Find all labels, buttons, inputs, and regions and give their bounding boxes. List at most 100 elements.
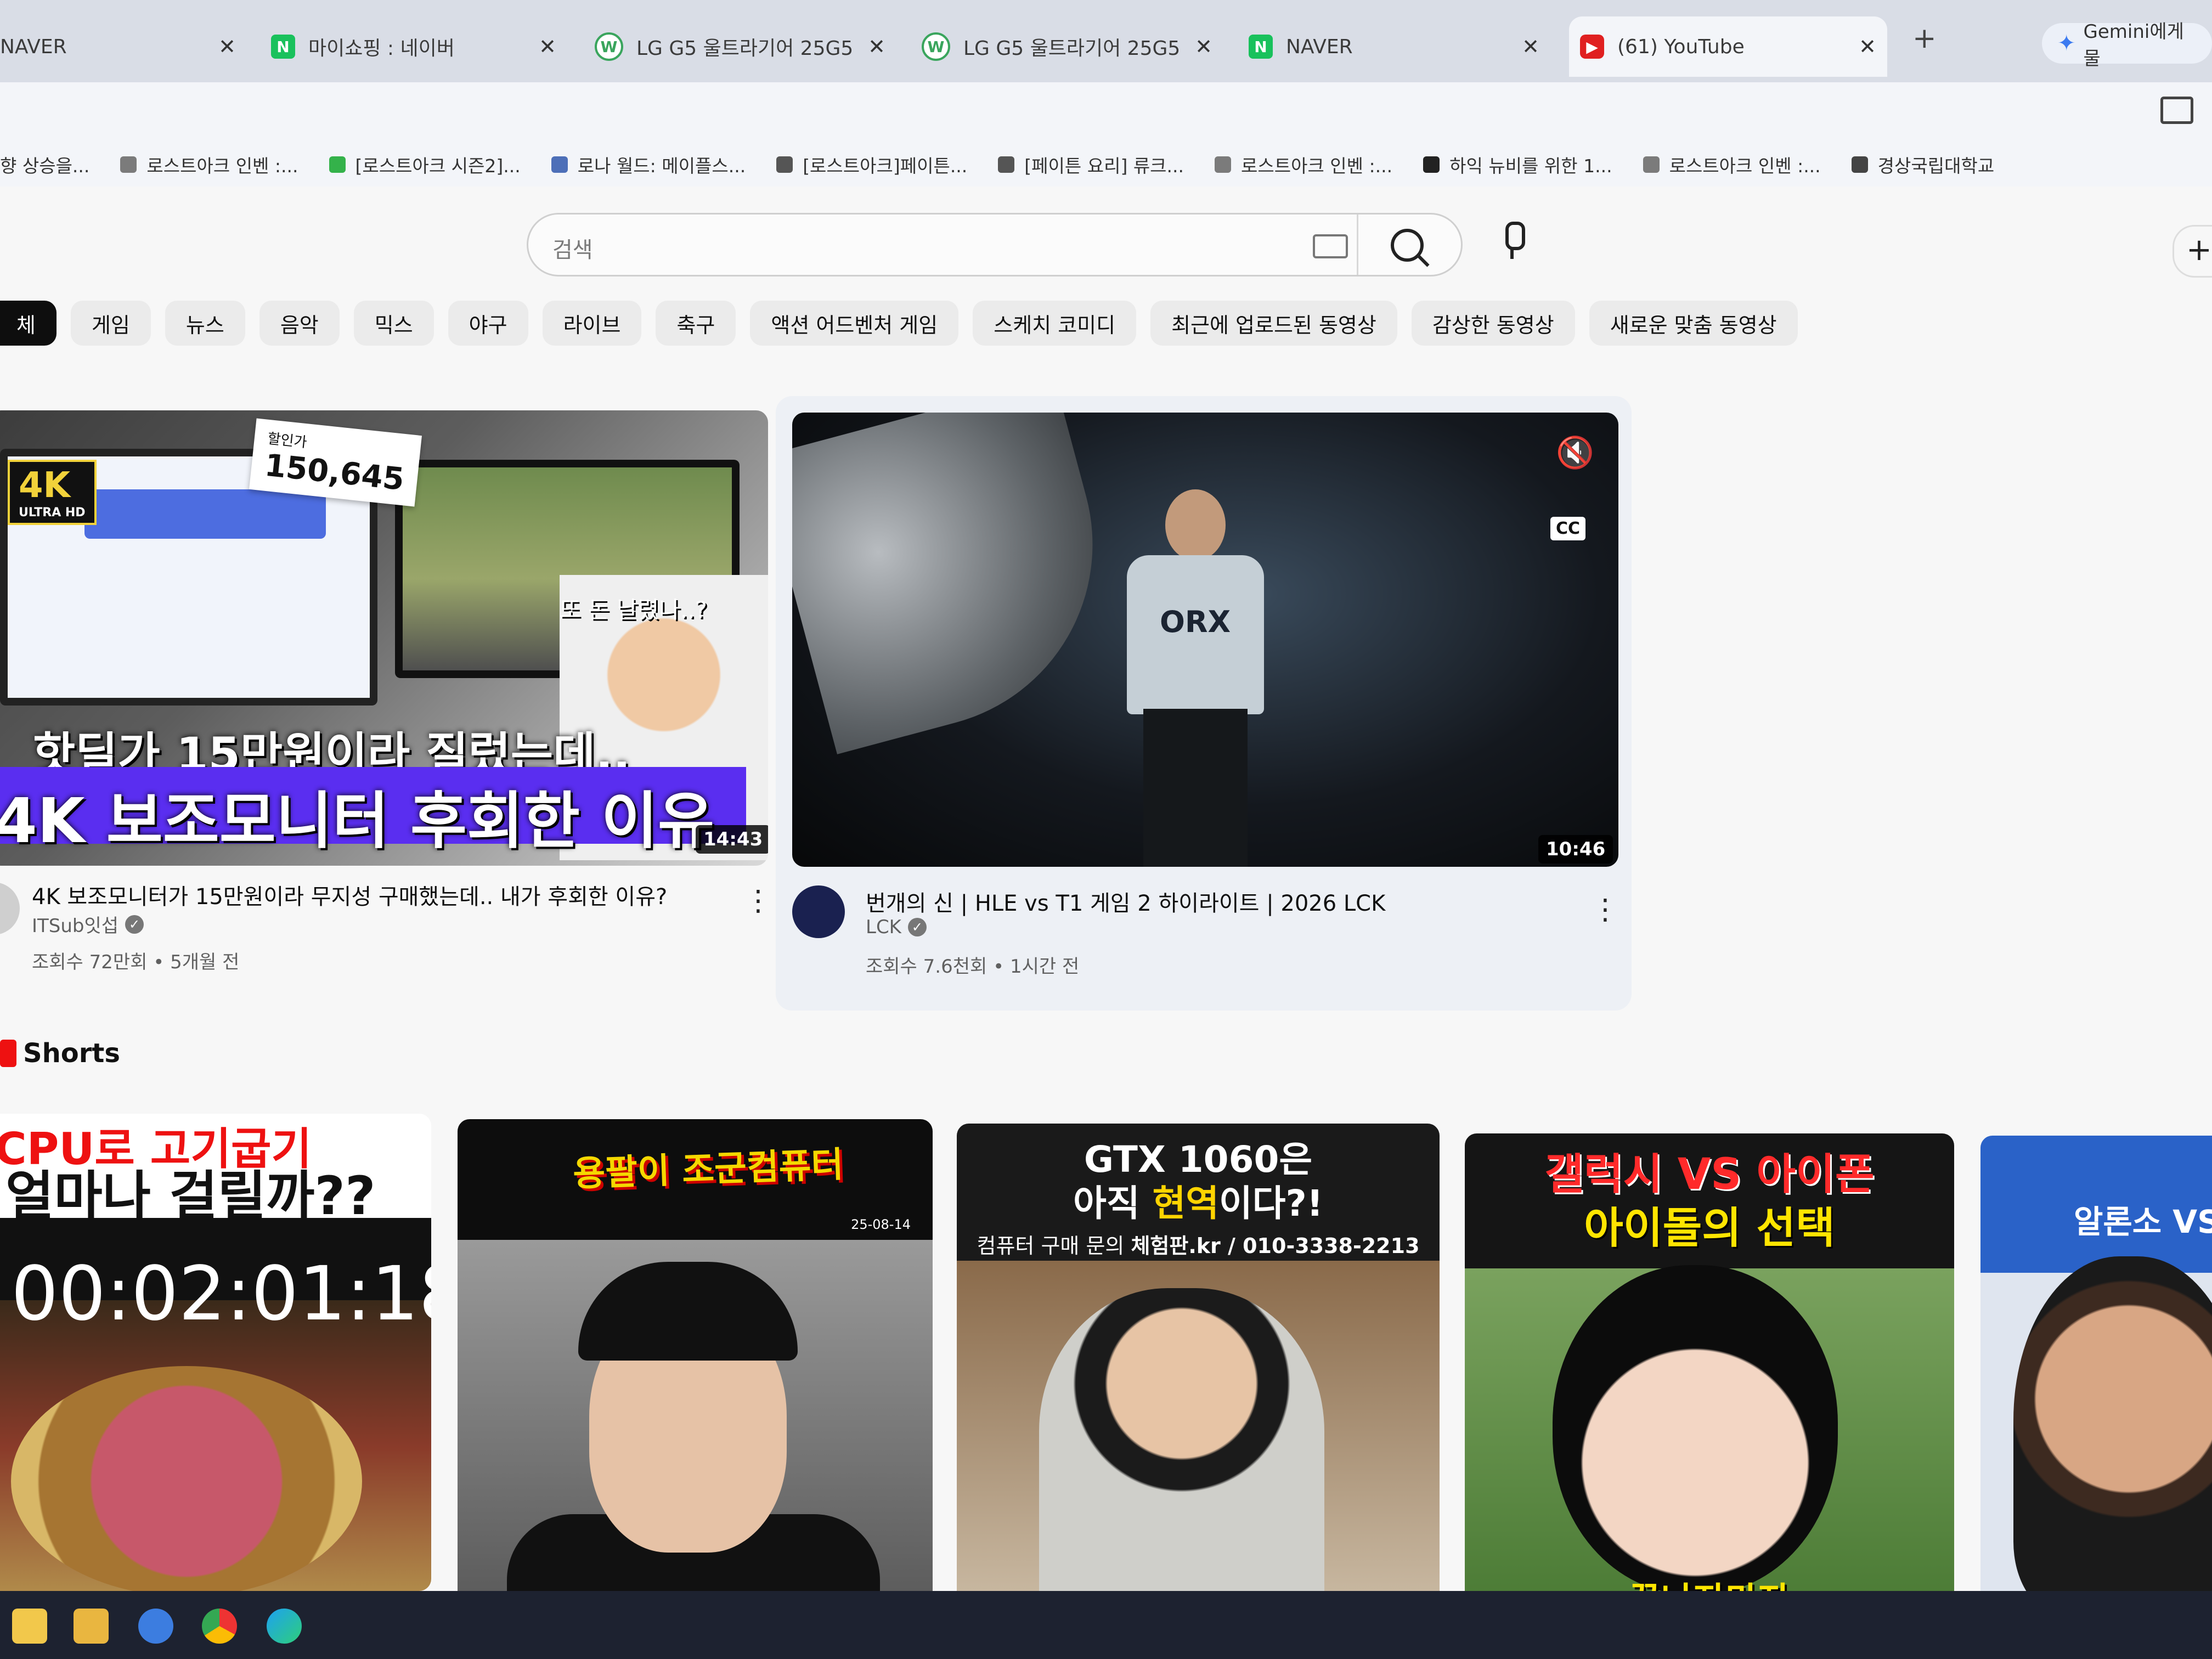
bookmark-item[interactable]: 하익 뉴비를 위한 1... — [1423, 151, 1612, 178]
category-chip[interactable]: 최근에 업로드된 동영상 — [1150, 301, 1397, 346]
app-icon[interactable] — [138, 1609, 173, 1644]
channel-name[interactable]: ITSub잇섭 ✓ — [32, 911, 144, 938]
tab-title: (61) YouTube — [1617, 35, 1745, 58]
short-card-yongpal[interactable] — [458, 1240, 933, 1624]
short-card-yongpal-header[interactable]: 용팔이 조군컴퓨터 25-08-14 — [458, 1119, 933, 1240]
bookmark-label: 하익 뉴비를 위한 1... — [1449, 155, 1612, 177]
category-chip[interactable]: 감상한 동영상 — [1411, 301, 1575, 346]
thumb-4k-label: 4K — [19, 465, 71, 506]
category-chip[interactable]: 액션 어드벤처 게임 — [750, 301, 959, 346]
short-contact-phone: / 010-3338-2213 — [1220, 1234, 1420, 1258]
short-text: 갤럭시 VS 아이폰 — [1544, 1150, 1875, 1199]
bookmark-label: 로스트아크 인벤 :... — [146, 155, 298, 177]
sticky-notes-icon[interactable] — [12, 1609, 47, 1644]
video-duration: 10:46 — [1538, 835, 1613, 864]
video-title[interactable]: 4K 보조모니터가 15만원이라 무지성 구매했는데.. 내가 후회한 이유? — [32, 879, 667, 911]
video-thumbnail-lck[interactable]: ORX 🔇 CC 10:46 — [792, 413, 1618, 867]
search-input[interactable]: 검색 — [552, 232, 593, 264]
bookmark-item[interactable]: 로스트아크 인벤 :... — [120, 151, 298, 178]
category-chip[interactable]: 믹스 — [353, 301, 434, 346]
browser-tab-strip: NAVER ✕ N 마이쇼핑 : 네이버 ✕ W LG G5 울트라기어 25G… — [0, 0, 2212, 82]
short-card-galaxy-iphone[interactable]: 갤럭시 VS 아이폰 아이돌의 선택 끝나자마자 — [1465, 1133, 1954, 1613]
mic-capsule — [1505, 222, 1525, 250]
short-text-part: 이다?! — [1219, 1182, 1323, 1224]
category-chip[interactable]: 뉴스 — [165, 301, 245, 346]
bookmark-item[interactable]: 로나 월드: 메이플스... — [551, 151, 746, 178]
naver-icon: N — [271, 35, 295, 59]
thumb-player-legs — [1143, 709, 1248, 867]
channel-avatar-lck[interactable] — [792, 885, 845, 938]
thumb-speech-bubble: 또 돈 날렸나..? — [560, 596, 707, 623]
short-person — [1553, 1265, 1838, 1594]
bookmark-label: [로스트아크]페이튼... — [803, 155, 968, 177]
short-card-cpu-grill[interactable]: CPU로 고기굽기 얼마나 걸릴까?? 00:02:01:18 — [0, 1114, 431, 1591]
tab-lg-ultragear-2[interactable]: W LG G5 울트라기어 25G5 ✕ — [922, 16, 1212, 77]
tab-youtube[interactable]: ▶ (61) YouTube ✕ — [1569, 16, 1887, 77]
short-text: 알론소 VS — [2074, 1203, 2212, 1240]
category-chip[interactable]: 라이브 — [542, 301, 642, 346]
short-card-alonso[interactable]: 알론소 VS — [1980, 1136, 2212, 1613]
bookmark-item[interactable]: [로스트아크 시즌2]... — [329, 151, 521, 178]
youtube-icon: ▶ — [1580, 35, 1604, 59]
mute-icon[interactable]: 🔇 — [1556, 435, 1600, 473]
search-icon[interactable] — [1391, 229, 1424, 262]
edge-icon[interactable] — [267, 1609, 302, 1644]
gemini-button[interactable]: ✦ Gemini에게 물 — [2042, 21, 2212, 70]
bookmark-favicon-icon — [1643, 156, 1660, 173]
bookmark-favicon-icon — [998, 156, 1015, 173]
close-icon[interactable]: ✕ — [1859, 35, 1876, 59]
close-icon[interactable]: ✕ — [539, 35, 556, 59]
close-icon[interactable]: ✕ — [1522, 35, 1539, 59]
close-icon[interactable]: ✕ — [868, 35, 885, 59]
bookmark-item[interactable]: [로스트아크]페이튼... — [776, 151, 967, 178]
tab-title: NAVER — [0, 35, 67, 58]
keyboard-icon[interactable] — [1313, 234, 1348, 258]
create-button[interactable]: + — [2172, 225, 2212, 278]
microphone-icon[interactable] — [1501, 222, 1525, 259]
bookmark-item[interactable]: 향 상승을... — [0, 151, 89, 178]
bookmark-item[interactable]: 경상국립대학교 — [1851, 151, 1994, 178]
short-person — [1039, 1288, 1324, 1602]
category-chip[interactable]: 축구 — [656, 301, 736, 346]
new-tab-button[interactable]: + — [1912, 22, 1937, 55]
search-box[interactable]: 검색 — [527, 213, 1463, 276]
chrome-icon[interactable] — [202, 1609, 237, 1644]
more-options-icon[interactable]: ⋮ — [1591, 895, 1620, 923]
bookmark-favicon-icon — [329, 156, 346, 173]
bookmark-favicon-icon — [120, 156, 137, 173]
channel-avatar[interactable] — [0, 882, 20, 935]
short-card-gtx1060[interactable]: GTX 1060은 아직 현역이다?! 컴퓨터 구매 문의 체험판.kr / 0… — [957, 1124, 1440, 1602]
closed-captions-button[interactable]: CC — [1550, 517, 1586, 540]
tab-naver-2[interactable]: N NAVER ✕ — [1249, 16, 1539, 77]
thumb-player-shirt: ORX — [1127, 555, 1264, 714]
category-chip[interactable]: 야구 — [448, 301, 528, 346]
tab-lg-ultragear-1[interactable]: W LG G5 울트라기어 25G5 ✕ — [595, 16, 885, 77]
video-title[interactable]: 번개의 신 | HLE vs T1 게임 2 하이라이트 | 2026 LCK — [866, 885, 1385, 917]
category-chip[interactable]: 새로운 맞춤 동영상 — [1589, 301, 1798, 346]
file-explorer-icon[interactable] — [74, 1609, 109, 1644]
thumb-headline: 4K 보조모니터 후회한 이유 — [0, 786, 715, 857]
short-person — [2013, 1256, 2212, 1613]
channel-name[interactable]: LCK ✓ — [866, 916, 927, 938]
thumb-4k-badge: 4K ULTRA HD — [8, 460, 97, 525]
tab-naver-1[interactable]: NAVER ✕ — [0, 16, 236, 77]
close-icon[interactable]: ✕ — [218, 35, 236, 59]
thumb-headline-band: 4K 보조모니터 후회한 이유 — [0, 767, 746, 857]
bookmark-label: 로스트아크 인벤 :... — [1669, 155, 1821, 177]
bookmark-item[interactable]: 로스트아크 인벤 :... — [1215, 151, 1392, 178]
category-chip[interactable]: 음악 — [259, 301, 340, 346]
category-chip[interactable]: 게임 — [70, 301, 151, 346]
video-duration: 14:43 — [696, 825, 768, 854]
category-chip[interactable]: 스케치 코미디 — [973, 301, 1137, 346]
bookmark-item[interactable]: 로스트아크 인벤 :... — [1643, 151, 1821, 178]
cast-icon[interactable] — [2160, 97, 2193, 124]
bookmark-item[interactable]: [페이튼 요리] 류크... — [998, 151, 1184, 178]
close-icon[interactable]: ✕ — [1195, 35, 1212, 59]
tab-naver-myshopping[interactable]: N 마이쇼핑 : 네이버 ✕ — [271, 16, 556, 77]
bookmark-label: 로스트아크 인벤 :... — [1241, 155, 1393, 177]
tab-title: LG G5 울트라기어 25G5 — [963, 37, 1181, 60]
verified-check-icon: ✓ — [907, 918, 927, 936]
category-chip[interactable]: 체 — [0, 301, 57, 346]
more-options-icon[interactable]: ⋮ — [744, 887, 772, 915]
video-thumbnail-itsub[interactable]: 4K ULTRA HD 할인가 150,645 또 돈 날렸나..? 핫딜가 1… — [0, 410, 768, 866]
